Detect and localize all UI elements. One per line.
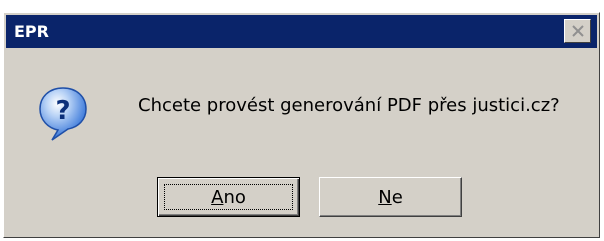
question-icon: ? (38, 86, 88, 142)
dialog-message: Chcete provést generování PDF přes justi… (138, 95, 560, 116)
svg-text:?: ? (55, 96, 70, 126)
yes-button[interactable]: Ano (157, 177, 300, 217)
no-button[interactable]: Ne (319, 177, 462, 217)
window-title: EPR (14, 22, 49, 41)
close-icon (571, 25, 584, 37)
close-button[interactable] (564, 19, 591, 43)
dialog-window: EPR ? Chcete provést generování PDF přes… (3, 12, 600, 238)
yes-button-label: Ano (211, 186, 246, 208)
no-button-label: Ne (378, 186, 403, 208)
title-bar[interactable]: EPR (6, 15, 597, 48)
